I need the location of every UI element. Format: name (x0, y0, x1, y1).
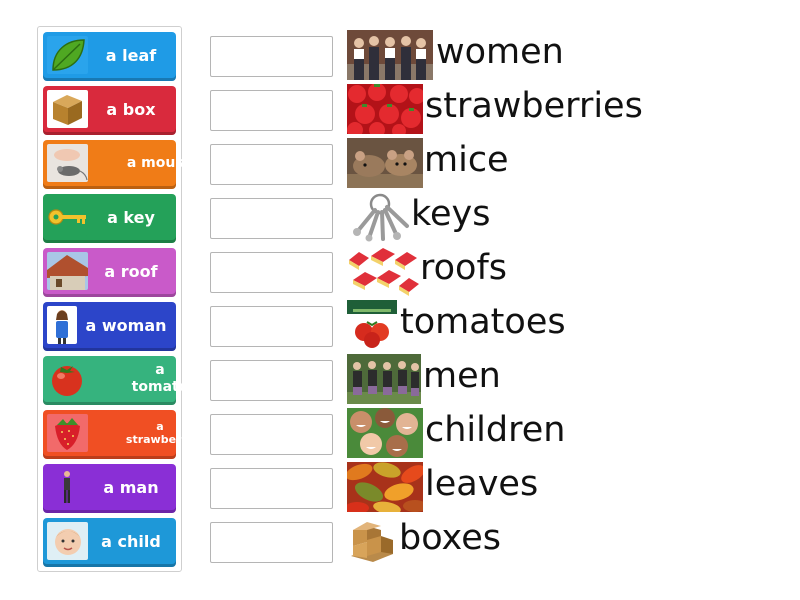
target-word: mice (424, 140, 509, 180)
strawberries-photo (347, 84, 423, 134)
drop-slot[interactable] (210, 36, 333, 77)
tomato-icon (47, 360, 88, 398)
key-icon (47, 198, 88, 236)
men-photo (347, 354, 421, 404)
man-icon (47, 468, 88, 506)
boxes-photo (347, 516, 397, 566)
tile-a-box[interactable]: a box (43, 86, 176, 135)
roofs-photo (347, 246, 419, 296)
tile-a-strawberry[interactable]: a strawberry (43, 410, 194, 459)
children-photo (347, 408, 423, 458)
tile-a-key[interactable]: a key (43, 194, 176, 243)
tile-label: a tomato (131, 362, 189, 395)
drop-slot[interactable] (210, 360, 333, 401)
tile-a-leaf[interactable]: a leaf (43, 32, 176, 81)
tile-a-child[interactable]: a child (43, 518, 176, 567)
target-word: keys (411, 194, 491, 234)
tile-a-man[interactable]: a man (43, 464, 176, 513)
roof-icon (47, 252, 88, 290)
target-word: roofs (420, 248, 508, 288)
strawberry-icon (47, 414, 88, 452)
tile-label: a leaf (105, 45, 157, 65)
tile-a-tomato[interactable]: a tomato (43, 356, 188, 405)
drop-slot[interactable] (210, 522, 333, 563)
target-word: tomatoes (400, 302, 566, 342)
drop-slot[interactable] (210, 306, 333, 347)
tile-label: a box (106, 99, 156, 119)
drop-slot[interactable] (210, 90, 333, 131)
mice-photo (347, 138, 423, 188)
keys-photo (347, 192, 410, 242)
target-word: strawberries (425, 86, 643, 126)
box-icon (47, 90, 88, 128)
tile-label: a roof (104, 261, 158, 281)
tile-label: a child (101, 531, 161, 551)
child-icon (47, 522, 88, 560)
target-word: boxes (399, 518, 501, 558)
drop-slot[interactable] (210, 468, 333, 509)
tile-label: a woman (85, 315, 167, 335)
tomatoes-photo (347, 300, 397, 350)
tile-a-woman[interactable]: a woman (43, 302, 176, 351)
tile-label: a mouse (126, 154, 194, 171)
tile-label: a key (107, 207, 155, 227)
tile-a-mouse[interactable]: a mouse (43, 140, 193, 189)
mouse-icon (47, 144, 88, 182)
drop-slot[interactable] (210, 198, 333, 239)
drop-slot[interactable] (210, 414, 333, 455)
woman-icon (47, 306, 77, 344)
tile-a-roof[interactable]: a roof (43, 248, 176, 297)
target-word: women (436, 32, 564, 72)
tile-label: a man (103, 477, 159, 497)
leaf-icon (47, 36, 88, 74)
leaves-photo (347, 462, 423, 512)
target-word: children (425, 410, 566, 450)
tile-label: a strawberry (125, 420, 195, 446)
women-photo (347, 30, 433, 80)
drop-slot[interactable] (210, 252, 333, 293)
target-word: leaves (425, 464, 539, 504)
target-word: men (423, 356, 501, 396)
drop-slot[interactable] (210, 144, 333, 185)
